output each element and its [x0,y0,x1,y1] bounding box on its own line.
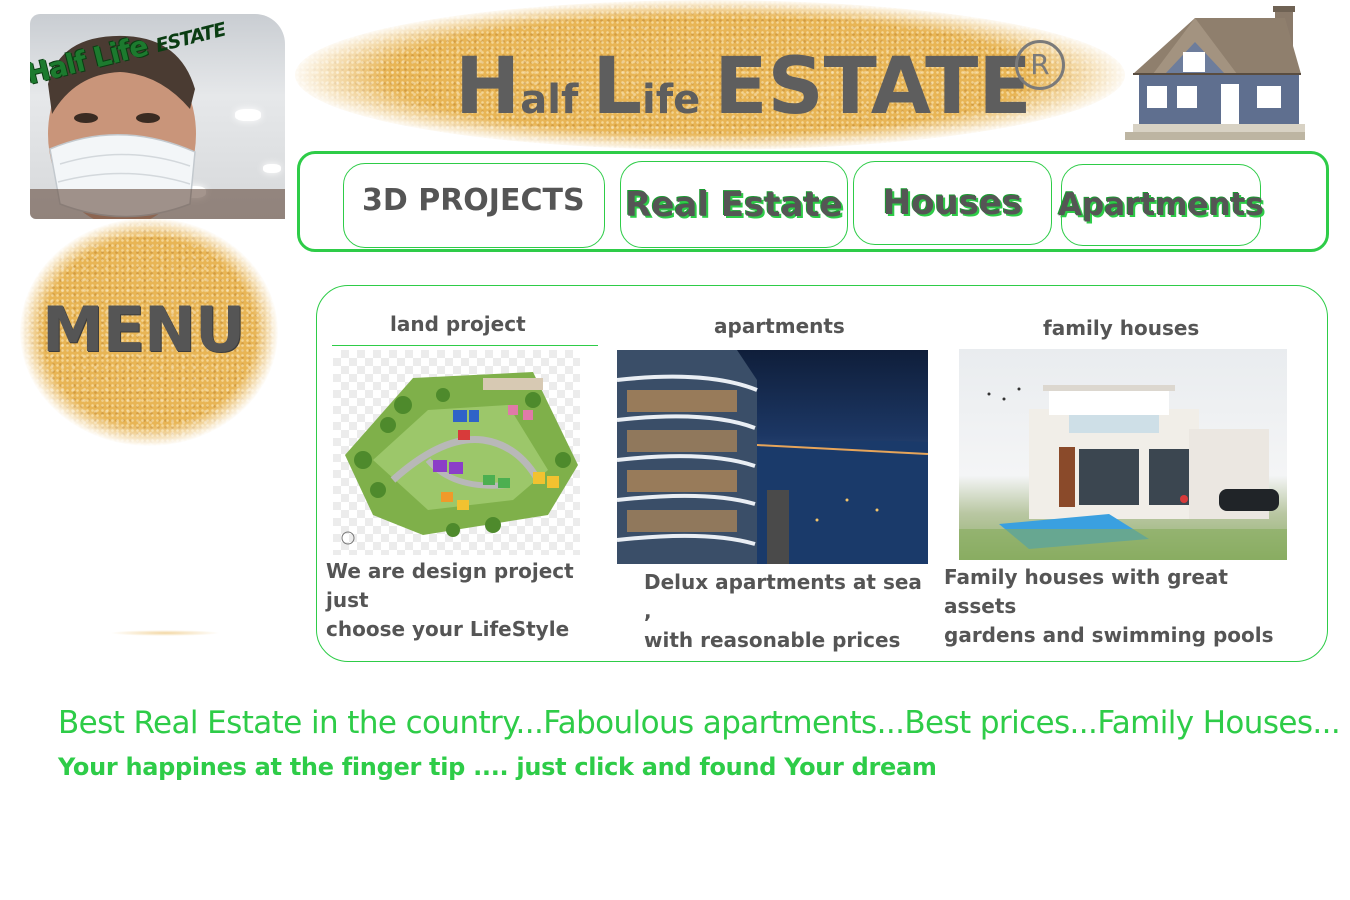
card-desc-family-houses: Family houses with great assets gardens … [944,563,1294,650]
card-title-apartments[interactable]: apartments [714,314,845,338]
page: Half Life ESTATE Half Life ESTATE R 3D P… [0,0,1350,900]
card-desc-apartments: Delux apartments at sea , with reasonabl… [644,568,934,655]
card-desc-line: Delux apartments at sea , [644,570,922,623]
card-title-land-project[interactable]: land project [390,312,526,336]
card-desc-line: choose your LifeStyle [326,617,570,641]
title-letter-l: L [592,42,643,132]
card-desc-line: Family houses with great assets [944,565,1228,618]
nav-tab-3d-projects[interactable]: 3D PROJECTS [343,163,605,248]
family-houses-image[interactable] [959,349,1287,560]
card-title-family-houses[interactable]: family houses [1043,316,1199,340]
profile-avatar: Half Life ESTATE [30,14,285,219]
card-desc-line: with reasonable prices [644,628,901,652]
card-desc-line: We are design project just [326,559,574,612]
menu-shadow [110,630,220,636]
card-divider [332,345,598,346]
villa-photo [959,385,1287,560]
footer-tagline: Best Real Estate in the country...Faboul… [58,705,1341,741]
nav-tab-apartments[interactable]: Apartments [1058,164,1264,246]
land-project-image[interactable] [333,350,580,555]
footer-subtagline[interactable]: Your happines at the finger tip .... jus… [58,753,937,781]
card-desc-line: gardens and swimming pools [944,623,1274,647]
title-estate: ESTATE [714,42,1032,132]
apartments-image[interactable] [617,350,928,564]
nav-tab-houses[interactable]: Houses [853,161,1052,245]
registered-trademark-icon: R [1015,40,1065,90]
card-desc-land-project: We are design project just choose your L… [326,557,611,644]
title-letter-h: H [455,42,521,132]
site-plan-map [341,372,578,545]
sea-apartment-photo [617,350,928,564]
menu-button[interactable]: MENU [42,293,245,366]
site-title[interactable]: Half Life ESTATE [455,48,1032,126]
nav-tab-real-estate[interactable]: Real Estate [620,161,848,248]
title-alf: alf [520,77,593,123]
title-ife: ife [642,77,715,123]
house-illustration-icon [1125,6,1305,140]
